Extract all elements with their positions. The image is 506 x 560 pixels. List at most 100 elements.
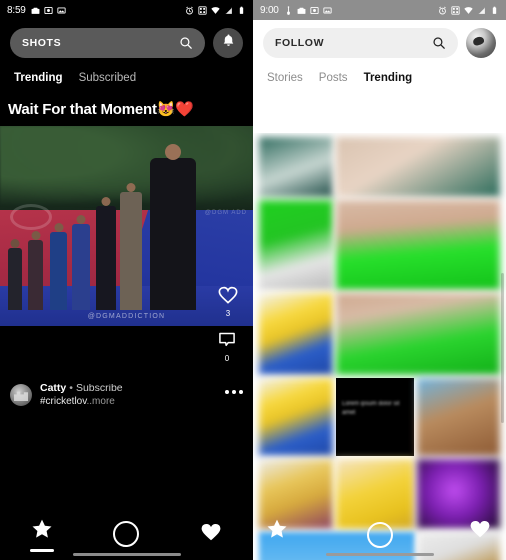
record-circle-icon	[113, 521, 140, 547]
star-icon	[30, 517, 54, 546]
comment-button[interactable]: 0	[217, 330, 237, 363]
signal-off-icon	[224, 6, 233, 15]
grid-item-with-caption[interactable]: Lorem ipsum dolor sit amet	[336, 378, 414, 456]
screenshot-icon	[310, 6, 319, 15]
grid-row	[259, 137, 500, 197]
video-person	[120, 183, 142, 310]
video-person	[50, 223, 67, 310]
left-phone-screen: 8:59 SHOTS Trending Subscribed Wait For …	[0, 0, 253, 560]
grid-item[interactable]	[336, 200, 500, 290]
home-indicator	[72, 553, 181, 556]
grid-item[interactable]	[417, 378, 500, 456]
profile-avatar[interactable]	[466, 28, 496, 58]
grid-item[interactable]	[336, 137, 500, 197]
left-bottom-nav	[0, 508, 253, 560]
tab-trending[interactable]: Trending	[364, 72, 413, 84]
grid-item[interactable]	[259, 293, 333, 375]
video-person	[96, 197, 116, 310]
video-actions-area: 0	[0, 326, 253, 384]
more-options-icon[interactable]	[225, 390, 243, 394]
image-icon	[323, 6, 332, 15]
post-meta-text: Catty • Subscribe #cricketlov..more	[40, 382, 217, 407]
nav-active-indicator	[29, 548, 54, 552]
video-title: Wait For that Moment😻❤️	[8, 101, 194, 118]
trending-grid[interactable]: Lorem ipsum dolor sit amet	[253, 133, 506, 560]
grid-item[interactable]	[259, 378, 333, 456]
video-floor-logo	[10, 204, 52, 230]
left-search-row: SHOTS	[0, 20, 253, 64]
nav-item-star[interactable]	[29, 517, 54, 552]
video-person	[72, 215, 90, 310]
comment-bubble-icon	[217, 332, 237, 354]
search-input-value: FOLLOW	[275, 37, 325, 49]
video-person	[150, 144, 196, 310]
nav-item-favorites[interactable]	[199, 520, 223, 549]
status-time: 8:59	[7, 4, 26, 16]
battery-icon	[490, 6, 499, 15]
status-right-icons	[438, 5, 499, 15]
signal-off-icon	[477, 6, 486, 15]
dual-phone-screenshot: 8:59 SHOTS Trending Subscribed Wait For …	[0, 0, 506, 560]
heart-filled-icon	[470, 520, 490, 538]
usb-icon	[284, 5, 293, 15]
status-left-icons	[31, 6, 66, 15]
post-description: #cricketlov..more	[40, 396, 217, 407]
tab-subscribed[interactable]: Subscribed	[79, 72, 137, 84]
qr-icon	[198, 5, 207, 15]
camera-icon	[31, 6, 40, 15]
tab-trending[interactable]: Trending	[14, 72, 63, 84]
nav-item-record[interactable]	[366, 522, 393, 548]
status-left-icons	[284, 5, 332, 15]
status-time: 9:00	[260, 4, 279, 16]
search-icon[interactable]	[432, 36, 446, 50]
grid-item[interactable]	[259, 137, 333, 197]
wifi-icon	[211, 6, 220, 15]
grid-item[interactable]	[336, 293, 500, 375]
grid-item-caption: Lorem ipsum dolor sit amet	[342, 401, 400, 416]
nav-item-star[interactable]	[265, 517, 289, 546]
screenshot-icon	[44, 6, 53, 15]
video-watermark: @DGMADDICTION	[87, 313, 166, 320]
left-status-bar: 8:59	[0, 0, 253, 20]
wifi-icon	[464, 6, 473, 15]
grid-row: Lorem ipsum dolor sit amet	[259, 378, 500, 456]
left-tab-bar: Trending Subscribed	[0, 64, 253, 94]
image-icon	[57, 6, 66, 15]
post-more-link[interactable]: ..more	[87, 396, 115, 407]
notifications-button[interactable]	[213, 28, 243, 58]
tab-posts[interactable]: Posts	[319, 72, 348, 84]
right-tab-bar: Stories Posts Trending	[253, 64, 506, 94]
video-player[interactable]: @DGM ADD @DGMADDICTION 3	[0, 126, 253, 326]
post-hashtag[interactable]: #cricketlov	[40, 396, 87, 407]
trending-grid-inner: Lorem ipsum dolor sit amet	[253, 133, 506, 560]
camera-icon	[297, 6, 306, 15]
right-phone-screen: 9:00 FOLLOW Stories Posts Trending Lorem…	[253, 0, 506, 560]
qr-icon	[451, 5, 460, 15]
star-icon	[267, 519, 287, 538]
alarm-icon	[438, 6, 447, 15]
status-right-icons	[185, 5, 246, 15]
search-input[interactable]: SHOTS	[10, 28, 205, 58]
grid-item[interactable]	[259, 200, 333, 290]
video-watermark-secondary: @DGM ADD	[204, 210, 247, 216]
home-indicator	[325, 553, 434, 556]
video-person	[28, 231, 43, 310]
grid-row	[259, 200, 500, 290]
comment-count: 0	[224, 354, 230, 363]
grid-row	[259, 293, 500, 375]
like-count: 3	[225, 309, 231, 318]
video-person	[8, 239, 22, 310]
search-input-value: SHOTS	[22, 37, 62, 49]
avatar[interactable]	[10, 384, 32, 406]
search-input[interactable]: FOLLOW	[263, 28, 458, 58]
nav-item-favorites[interactable]	[468, 517, 492, 546]
scrollbar[interactable]	[501, 273, 504, 423]
right-bottom-nav	[253, 504, 506, 560]
like-button[interactable]: 3	[217, 284, 239, 318]
tab-stories[interactable]: Stories	[267, 72, 303, 84]
right-status-bar: 9:00	[253, 0, 506, 20]
nav-item-record[interactable]	[113, 521, 140, 547]
battery-icon	[237, 6, 246, 15]
heart-filled-icon	[199, 520, 223, 549]
search-icon[interactable]	[179, 36, 193, 50]
